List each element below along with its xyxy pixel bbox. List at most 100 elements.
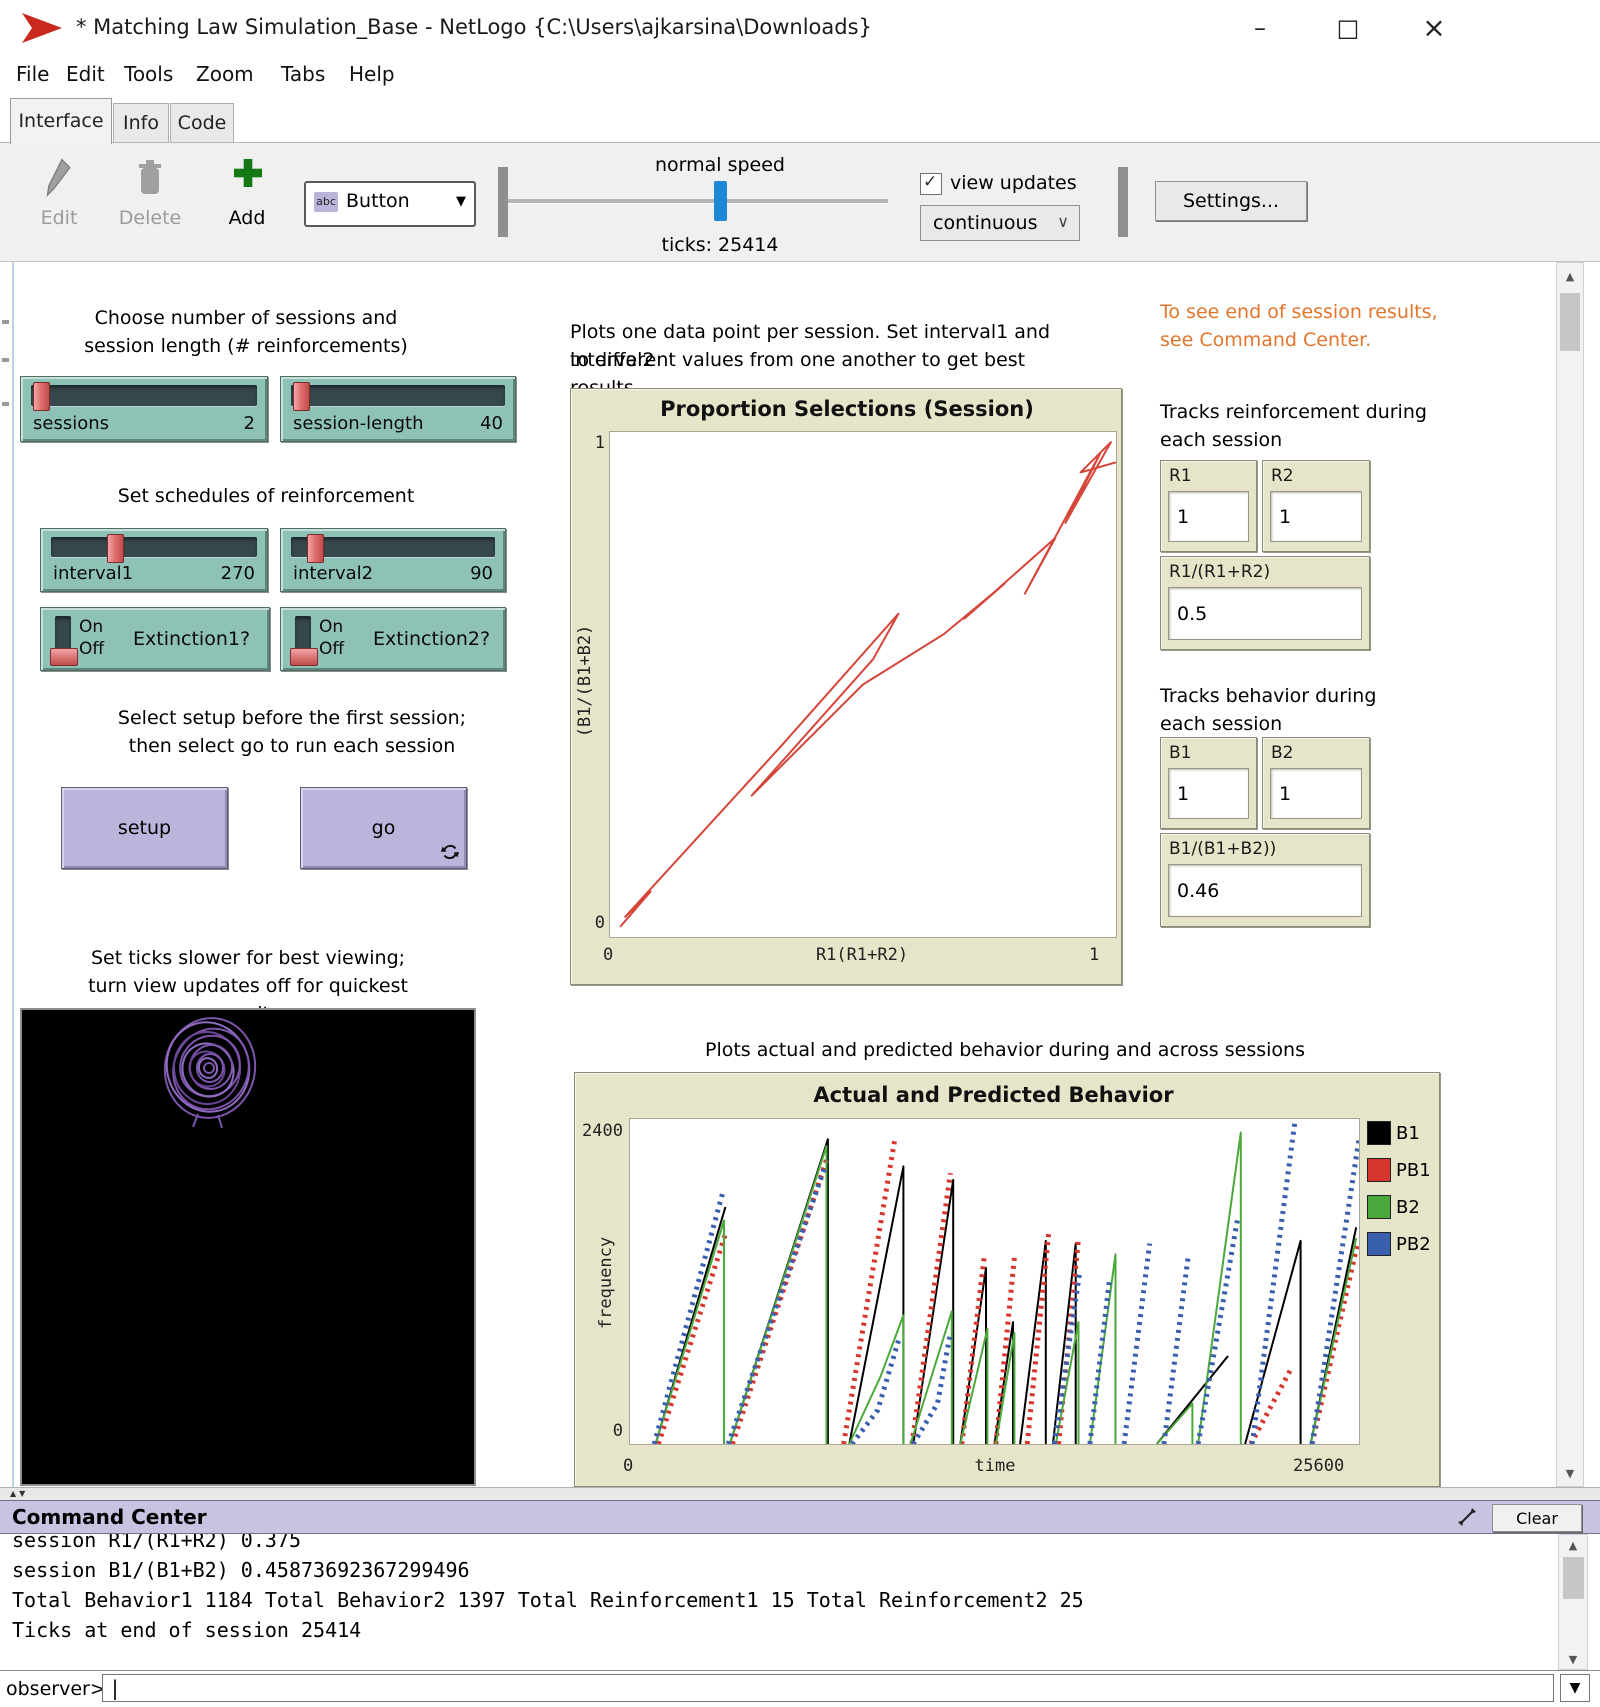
go-button-label: go [372,817,396,839]
proportion-ytick-top: 1 [577,433,605,453]
interval1-slider[interactable]: interval1 270 [40,528,268,592]
extinction1-switch-handle[interactable] [50,648,78,666]
legend-item-b2: B2 [1367,1195,1437,1219]
r2-monitor-value: 1 [1279,506,1291,528]
b1-monitor-label: B1 [1169,743,1191,763]
history-dropdown[interactable]: ▼ [1560,1674,1590,1702]
scroll-down-icon[interactable]: ▼ [1559,1649,1587,1669]
extinction1-switch-label: Extinction1? [133,608,250,670]
view-updates-checkbox[interactable]: ✓ [920,173,942,195]
clear-button[interactable]: Clear [1492,1504,1582,1532]
menu-tools[interactable]: Tools [124,62,173,86]
extinction1-switch[interactable]: On Off Extinction1? [40,607,270,671]
menu-edit[interactable]: Edit [66,62,105,86]
menu-zoom[interactable]: Zoom [196,62,254,86]
behavior-plot-title: Actual and Predicted Behavior [629,1083,1358,1107]
world-view [20,1008,476,1486]
legend-swatch [1367,1195,1391,1219]
minimize-button[interactable]: – [1238,10,1282,46]
settings-button[interactable]: Settings... [1155,181,1307,221]
command-input[interactable]: | [102,1674,1554,1702]
interval1-slider-handle[interactable] [107,534,124,563]
menu-tabs[interactable]: Tabs [281,62,325,86]
legend-item-pb2: PB2 [1367,1232,1437,1256]
extinction2-switch[interactable]: On Off Extinction2? [280,607,506,671]
trash-icon [136,157,164,199]
plus-icon [234,159,262,187]
behavior-plot-canvas [630,1119,1359,1444]
reinforcement-note-line1: Tracks reinforcement during [1160,398,1460,426]
chevron-down-icon: ∨ [1057,212,1069,231]
behavior-xtick-right: 25600 [1293,1456,1373,1476]
sessions-slider[interactable]: sessions 2 [20,376,268,442]
interval2-slider-value: 90 [470,563,493,584]
session-length-slider-handle[interactable] [293,382,310,411]
extinction1-off-label: Off [79,640,104,658]
behavior-yaxis-label: frequency [596,1188,616,1378]
legend-swatch [1367,1158,1391,1182]
output-scrollbar[interactable]: ▲ ▼ [1558,1534,1588,1670]
behavior-ytick-bottom: 0 [591,1421,623,1441]
observer-row: observer> | ▼ [0,1670,1600,1707]
command-center-title: Command Center [12,1505,207,1529]
tab-info[interactable]: Info [113,103,169,144]
extinction2-switch-label: Extinction2? [373,608,490,670]
maximize-button[interactable]: □ [1326,10,1370,46]
setup-button[interactable]: setup [61,787,228,869]
close-button[interactable]: × [1412,10,1456,46]
interval2-slider[interactable]: interval2 90 [280,528,506,592]
proportion-plot-title: Proportion Selections (Session) [571,397,1123,421]
session-length-slider-value: 40 [480,413,503,434]
go-button[interactable]: go [300,787,467,869]
resize-handle-icon[interactable]: ▲▼ [10,1489,28,1498]
legend-label-b2: B2 [1396,1197,1420,1218]
proportion-plot-canvas [610,432,1116,937]
extinction2-switch-handle[interactable] [290,648,318,666]
speed-slider-label: normal speed [620,151,820,179]
tab-code[interactable]: Code [170,103,234,144]
sessions-slider-handle[interactable] [33,382,50,411]
b1-monitor: B1 1 [1160,737,1257,829]
r1-monitor-label: R1 [1169,466,1192,486]
update-mode-dropdown[interactable]: continuous ∨ [920,205,1080,241]
output-scrollbar-thumb[interactable] [1563,1557,1584,1599]
reinforcement-note-line2: each session [1160,426,1460,454]
speed-slider-track[interactable] [508,199,888,204]
session-length-slider[interactable]: session-length 40 [280,376,516,442]
legend-label-b1: B1 [1396,1123,1420,1144]
speed-slider-handle[interactable] [714,181,727,221]
widget-type-dropdown[interactable]: abc Button ▼ [304,181,476,227]
main-scrollbar-thumb[interactable] [1560,293,1580,351]
legend-swatch [1367,1121,1391,1145]
scroll-down-icon[interactable]: ▼ [1557,1460,1583,1486]
menu-file[interactable]: File [16,62,49,86]
command-center-divider[interactable]: ▲▼ [0,1487,1600,1500]
sessions-slider-value: 2 [244,413,255,434]
sessions-note-line1: Choose number of sessions and [60,304,432,332]
r1-monitor-value: 1 [1177,506,1189,528]
interval2-slider-handle[interactable] [307,534,324,563]
expand-icon[interactable] [1456,1506,1478,1528]
scroll-up-icon[interactable]: ▲ [1557,263,1583,289]
menu-bar: File Edit Tools Zoom Tabs Help [0,55,1600,95]
text-caret: | [109,1676,121,1700]
turtle-blob [22,1010,474,1484]
extinction1-on-label: On [79,618,103,636]
left-edge-strip [0,262,14,1487]
main-scrollbar[interactable]: ▲ ▼ [1556,262,1584,1487]
delete-button-label: Delete [112,207,188,229]
tab-interface[interactable]: Interface [10,98,112,144]
interval2-slider-label: interval2 [293,563,373,584]
legend-swatch [1367,1232,1391,1256]
r-ratio-monitor-value: 0.5 [1177,603,1207,625]
behavior-ytick-top: 2400 [559,1121,623,1141]
legend-label-pb2: PB2 [1396,1234,1431,1255]
tab-row: Interface Info Code [0,95,1600,142]
b-ratio-monitor-value: 0.46 [1177,880,1219,902]
output-line: Ticks at end of session 25414 [12,1618,361,1642]
menu-help[interactable]: Help [349,62,395,86]
scroll-up-icon[interactable]: ▲ [1559,1535,1587,1555]
add-button-label: Add [216,207,278,229]
view-updates-label: view updates [950,172,1077,194]
output-line: session R1/(R1+R2) 0.375 [12,1534,301,1552]
